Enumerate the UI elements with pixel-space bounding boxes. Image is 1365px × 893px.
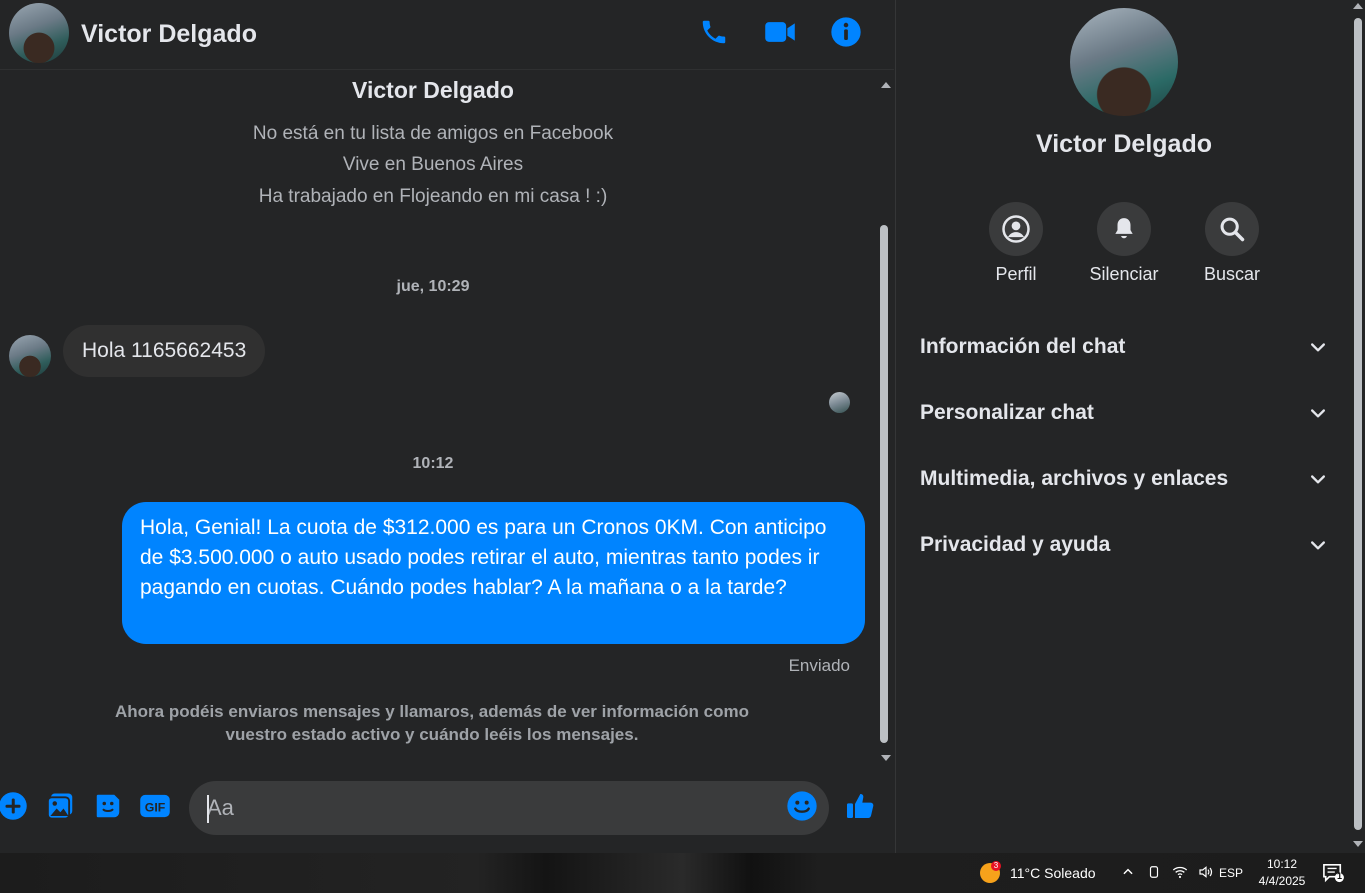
sender-avatar[interactable]	[9, 335, 51, 377]
scroll-up-icon[interactable]	[1353, 3, 1363, 9]
speaker-icon[interactable]	[1198, 863, 1214, 881]
message-timestamp: jue, 10:29	[396, 278, 470, 295]
composer: GIF	[0, 772, 894, 844]
info-contact-avatar[interactable]	[1070, 8, 1178, 116]
clock-time: 10:12	[1266, 857, 1298, 871]
mute-button[interactable]: Silenciar	[1070, 202, 1178, 285]
mute-label: Silenciar	[1089, 264, 1159, 284]
intro-location: Vive en Buenos Aires	[342, 154, 524, 175]
intro-work: Ha trabajado en Flojeando en mi casa ! :…	[258, 186, 608, 207]
section-customize-chat[interactable]: Personalizar chat	[920, 388, 1328, 438]
contact-avatar[interactable]	[9, 3, 69, 63]
profile-label: Perfil	[995, 264, 1037, 284]
section-label: Personalizar chat	[920, 401, 1094, 424]
bell-icon	[1097, 202, 1151, 256]
sticker-icon[interactable]	[92, 790, 124, 822]
scroll-up-icon[interactable]	[881, 82, 891, 88]
scroll-down-icon[interactable]	[881, 755, 891, 761]
chat-info-pane: Victor Delgado Perfil Silenciar Buscar I…	[895, 0, 1351, 853]
clock-date: 4/4/2025	[1258, 874, 1306, 888]
message-input[interactable]	[189, 781, 829, 835]
section-privacy-help[interactable]: Privacidad y ayuda	[920, 520, 1328, 570]
chat-scrollbar[interactable]	[878, 80, 892, 763]
scroll-thumb[interactable]	[1354, 18, 1362, 830]
chat-pane: Victor Delgado Victor Delgado No está en…	[0, 0, 894, 853]
chat-header: Victor Delgado	[0, 0, 894, 70]
weather-badge: 3	[991, 861, 1001, 871]
system-clock[interactable]: 10:12 4/4/2025	[1252, 856, 1312, 890]
gallery-icon[interactable]	[45, 790, 77, 822]
section-label: Privacidad y ayuda	[920, 533, 1111, 556]
language-indicator[interactable]: ESP	[1219, 866, 1243, 880]
notification-count: 1	[1337, 871, 1343, 881]
info-icon[interactable]	[828, 14, 864, 50]
header-actions	[696, 14, 864, 50]
notification-center-icon[interactable]: 1	[1322, 863, 1344, 883]
like-icon[interactable]	[845, 790, 877, 822]
chevron-up-icon[interactable]	[1120, 863, 1136, 881]
text-caret	[207, 795, 209, 823]
message-status: Enviado	[788, 656, 850, 675]
connection-notice: Ahora podéis enviaros mensajes y llamaro…	[115, 702, 749, 744]
scroll-thumb[interactable]	[880, 225, 888, 743]
chevron-down-icon	[1311, 343, 1325, 352]
scroll-down-icon[interactable]	[1353, 841, 1363, 847]
video-call-icon[interactable]	[762, 14, 798, 50]
profile-button[interactable]: Perfil	[962, 202, 1070, 285]
search-label: Buscar	[1203, 264, 1261, 284]
intro-friend-status: No está en tu lista de amigos en Faceboo…	[252, 123, 614, 144]
section-chat-info[interactable]: Información del chat	[920, 322, 1328, 372]
system-tray	[1120, 863, 1214, 881]
section-label: Multimedia, archivos y enlaces	[920, 467, 1229, 490]
weather-text[interactable]: 11°C Soleado	[1010, 865, 1096, 881]
contact-name[interactable]: Victor Delgado	[81, 20, 257, 49]
info-contact-name: Victor Delgado	[1036, 130, 1212, 158]
message-list[interactable]: Victor Delgado No está en tu lista de am…	[0, 77, 878, 763]
emoji-icon[interactable]	[786, 790, 818, 822]
message-timestamp: 10:12	[412, 455, 454, 472]
svg-text:GIF: GIF	[145, 801, 166, 815]
wifi-icon[interactable]	[1172, 863, 1188, 881]
info-actions: Perfil Silenciar Buscar	[962, 202, 1286, 285]
gif-icon[interactable]: GIF	[139, 790, 171, 822]
plus-icon[interactable]	[0, 790, 29, 822]
read-receipt-avatar	[829, 392, 850, 413]
chevron-down-icon	[1311, 541, 1325, 550]
outgoing-message[interactable]: Hola, Genial! La cuota de $312.000 es pa…	[122, 502, 865, 644]
phone-icon[interactable]	[696, 14, 732, 50]
chevron-down-icon	[1311, 409, 1325, 418]
section-media-files-links[interactable]: Multimedia, archivos y enlaces	[920, 454, 1328, 504]
profile-icon	[989, 202, 1043, 256]
intro-contact-name: Victor Delgado	[352, 77, 514, 103]
chevron-down-icon	[1311, 475, 1325, 484]
windows-taskbar: 3 11°C Soleado ESP 10:12 4/4/2025 1	[0, 853, 1365, 893]
search-icon	[1205, 202, 1259, 256]
section-label: Información del chat	[920, 335, 1126, 358]
search-button[interactable]: Buscar	[1178, 202, 1286, 285]
page-scrollbar[interactable]	[1351, 0, 1365, 853]
messenger-app: Victor Delgado Victor Delgado No está en…	[0, 0, 1365, 853]
meet-icon[interactable]	[1146, 863, 1162, 881]
incoming-message[interactable]: Hola 1165662453	[63, 325, 266, 377]
